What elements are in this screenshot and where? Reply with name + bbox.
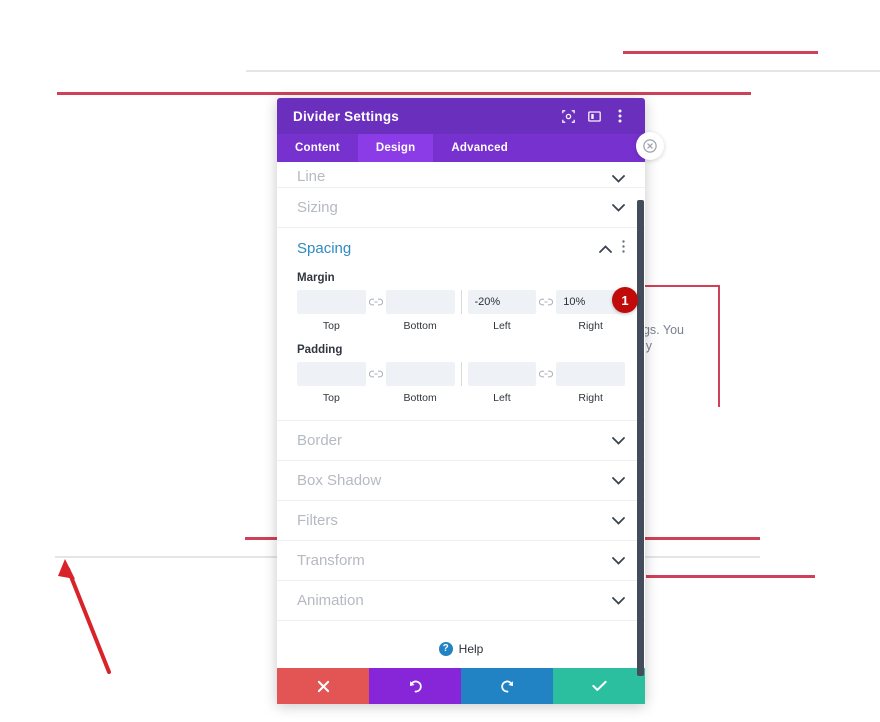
link-icon[interactable] xyxy=(536,362,556,386)
modal-body: Line Sizing Spacing Margin Top Bottom -2… xyxy=(277,162,645,668)
modal-header: Divider Settings xyxy=(277,98,645,134)
section-border[interactable]: Border xyxy=(277,421,645,461)
padding-left-input[interactable] xyxy=(467,362,537,386)
page-title: Divider Settings xyxy=(293,108,399,124)
margin-group-divider xyxy=(460,290,462,314)
target-icon[interactable] xyxy=(555,103,581,129)
section-spacing-kebab-icon[interactable] xyxy=(622,240,625,256)
margin-label: Margin xyxy=(297,272,335,284)
chevron-down-icon xyxy=(612,434,625,447)
background-red-line-4 xyxy=(646,575,815,578)
layout-icon[interactable] xyxy=(581,103,607,129)
chevron-up-icon[interactable] xyxy=(599,241,612,256)
background-red-line-2 xyxy=(57,92,751,95)
help-label: Help xyxy=(458,642,484,656)
margin-bottom-caption: Bottom xyxy=(403,320,437,332)
padding-right-cell: Right xyxy=(556,362,625,404)
padding-bottom-input[interactable] xyxy=(385,362,455,386)
margin-right-caption: Right xyxy=(578,320,603,332)
margin-fields: Top Bottom -20% Left 10% Right xyxy=(297,290,625,332)
help-icon: ? xyxy=(438,642,453,656)
annotation-step-badge: 1 xyxy=(612,287,638,313)
padding-bottom-caption: Bottom xyxy=(403,392,437,404)
padding-top-input[interactable] xyxy=(297,362,366,386)
section-spacing-label: Spacing xyxy=(297,239,352,257)
padding-top-cell: Top xyxy=(297,362,366,404)
margin-top-cell: Top xyxy=(297,290,366,332)
padding-top-caption: Top xyxy=(322,392,340,404)
close-button[interactable] xyxy=(277,668,369,704)
padding-fields: Top Bottom Left Right xyxy=(297,362,625,404)
chevron-down-icon xyxy=(612,474,625,487)
section-filters-label: Filters xyxy=(297,512,338,529)
chevron-down-icon xyxy=(612,172,625,185)
padding-right-caption: Right xyxy=(578,392,603,404)
section-animation[interactable]: Animation xyxy=(277,581,645,621)
kebab-icon[interactable] xyxy=(607,103,633,129)
padding-left-caption: Left xyxy=(493,392,511,404)
modal-scrollbar[interactable] xyxy=(637,200,644,676)
background-gray-line-1 xyxy=(246,70,880,72)
section-sizing[interactable]: Sizing xyxy=(277,188,645,228)
section-spacing-header[interactable]: Spacing xyxy=(297,228,625,268)
margin-bottom-cell: Bottom xyxy=(385,290,455,332)
divider-settings-modal: Divider Settings Content Design Advanced… xyxy=(277,98,645,704)
margin-bottom-input[interactable] xyxy=(385,290,455,314)
section-spacing: Spacing Margin Top Bottom -20% Left 10% … xyxy=(277,228,645,421)
padding-label: Padding xyxy=(297,344,343,356)
modal-footer xyxy=(277,668,645,704)
chevron-down-icon xyxy=(612,514,625,527)
section-filters[interactable]: Filters xyxy=(277,501,645,541)
margin-top-caption: Top xyxy=(322,320,340,332)
section-transform-label: Transform xyxy=(297,552,365,569)
chevron-down-icon xyxy=(612,554,625,567)
tab-advanced[interactable]: Advanced xyxy=(433,134,526,162)
help-link[interactable]: ? Help xyxy=(277,621,645,668)
section-sizing-label: Sizing xyxy=(297,199,338,216)
section-border-label: Border xyxy=(297,432,343,449)
section-animation-label: Animation xyxy=(297,592,364,609)
section-box-shadow-label: Box Shadow xyxy=(297,472,382,489)
tab-design[interactable]: Design xyxy=(357,134,434,162)
redo-button[interactable] xyxy=(461,668,553,704)
margin-left-cell: Left xyxy=(467,290,537,332)
modal-tabs: Content Design Advanced xyxy=(277,134,645,162)
section-line[interactable]: Line xyxy=(277,162,645,188)
link-icon[interactable] xyxy=(366,362,386,386)
padding-right-input[interactable] xyxy=(556,362,625,386)
link-icon[interactable] xyxy=(536,290,556,314)
save-button[interactable] xyxy=(553,668,645,704)
section-line-label: Line xyxy=(297,168,326,185)
margin-left-input[interactable] xyxy=(467,290,537,314)
padding-top-bottom-pair: Top Bottom xyxy=(297,362,455,404)
padding-left-cell: Left xyxy=(467,362,537,404)
annotation-arrow-icon xyxy=(58,559,111,674)
undo-button[interactable] xyxy=(369,668,461,704)
circle-close-icon[interactable] xyxy=(636,132,664,160)
padding-left-right-pair: Left Right xyxy=(467,362,625,404)
padding-group-divider xyxy=(460,362,462,386)
background-red-line-1 xyxy=(623,51,818,54)
margin-top-input[interactable] xyxy=(297,290,366,314)
tab-content[interactable]: Content xyxy=(277,134,358,162)
chevron-down-icon xyxy=(612,594,625,607)
link-icon[interactable] xyxy=(366,290,386,314)
page-root: ngs. You ply Divider Settings xyxy=(0,0,880,722)
chevron-down-icon xyxy=(612,201,625,214)
margin-left-caption: Left xyxy=(493,320,511,332)
padding-bottom-cell: Bottom xyxy=(385,362,455,404)
margin-left-right-pair: Left Right xyxy=(467,290,625,332)
section-box-shadow[interactable]: Box Shadow xyxy=(277,461,645,501)
margin-top-bottom-pair: Top Bottom xyxy=(297,290,455,332)
section-transform[interactable]: Transform xyxy=(277,541,645,581)
